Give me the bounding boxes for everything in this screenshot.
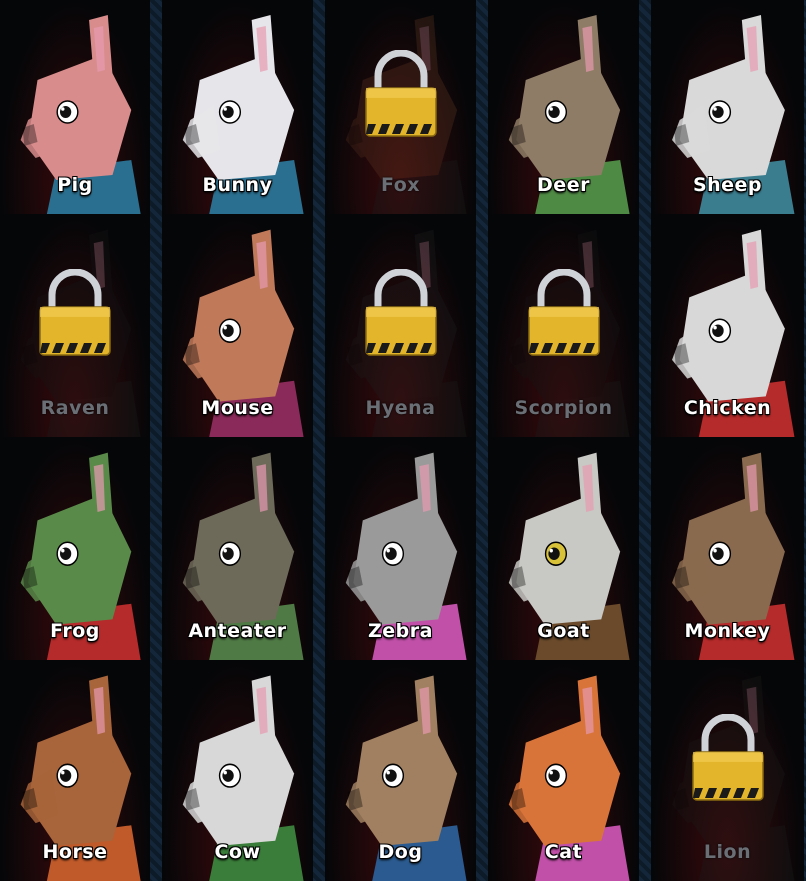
character-tile-anteater[interactable]: Anteater	[162, 437, 313, 660]
character-tile-fox[interactable]: Fox	[325, 0, 476, 214]
character-tile-deer[interactable]: Deer	[488, 0, 639, 214]
character-tile-frog[interactable]: Frog	[0, 437, 150, 660]
character-name-label: Pig	[57, 174, 93, 196]
character-name-label: Anteater	[188, 620, 287, 642]
character-tile-pig[interactable]: Pig	[0, 0, 150, 214]
character-name-label: Bunny	[202, 174, 273, 196]
character-name-label: Dog	[378, 841, 423, 863]
character-tile-cat[interactable]: Cat	[488, 660, 639, 881]
character-tile-sheep[interactable]: Sheep	[651, 0, 804, 214]
padlock-icon	[527, 268, 600, 356]
character-name-label: Mouse	[201, 397, 274, 419]
padlock-icon	[39, 268, 111, 356]
padlock-icon	[364, 268, 437, 356]
character-name-label: Frog	[50, 620, 100, 642]
character-name-label: Horse	[42, 841, 108, 863]
character-tile-dog[interactable]: Dog	[325, 660, 476, 881]
padlock-icon	[364, 49, 437, 137]
character-name-label: Lion	[703, 841, 752, 863]
character-tile-bunny[interactable]: Bunny	[162, 0, 313, 214]
padlock-icon	[691, 713, 764, 801]
character-name-label: Goat	[537, 620, 590, 642]
character-tile-raven[interactable]: Raven	[0, 214, 150, 437]
character-tile-cow[interactable]: Cow	[162, 660, 313, 881]
character-name-label: Raven	[40, 397, 110, 419]
character-select-grid: Pig Bunny Fox Deer Sheep Raven Mouse Hye…	[0, 0, 806, 881]
character-name-label: Scorpion	[514, 397, 613, 419]
character-tile-chicken[interactable]: Chicken	[651, 214, 804, 437]
character-tile-lion[interactable]: Lion	[651, 660, 804, 881]
character-name-label: Cat	[544, 841, 583, 863]
character-tile-mouse[interactable]: Mouse	[162, 214, 313, 437]
character-tile-scorpion[interactable]: Scorpion	[488, 214, 639, 437]
character-name-label: Zebra	[368, 620, 433, 642]
character-name-label: Cow	[214, 841, 261, 863]
character-name-label: Hyena	[365, 397, 436, 419]
character-name-label: Monkey	[684, 620, 771, 642]
character-tile-goat[interactable]: Goat	[488, 437, 639, 660]
character-name-label: Deer	[537, 174, 590, 196]
character-tile-horse[interactable]: Horse	[0, 660, 150, 881]
character-tile-zebra[interactable]: Zebra	[325, 437, 476, 660]
character-name-label: Fox	[380, 174, 421, 196]
character-name-label: Sheep	[692, 174, 763, 196]
character-tile-monkey[interactable]: Monkey	[651, 437, 804, 660]
character-name-label: Chicken	[683, 397, 772, 419]
character-tile-hyena[interactable]: Hyena	[325, 214, 476, 437]
